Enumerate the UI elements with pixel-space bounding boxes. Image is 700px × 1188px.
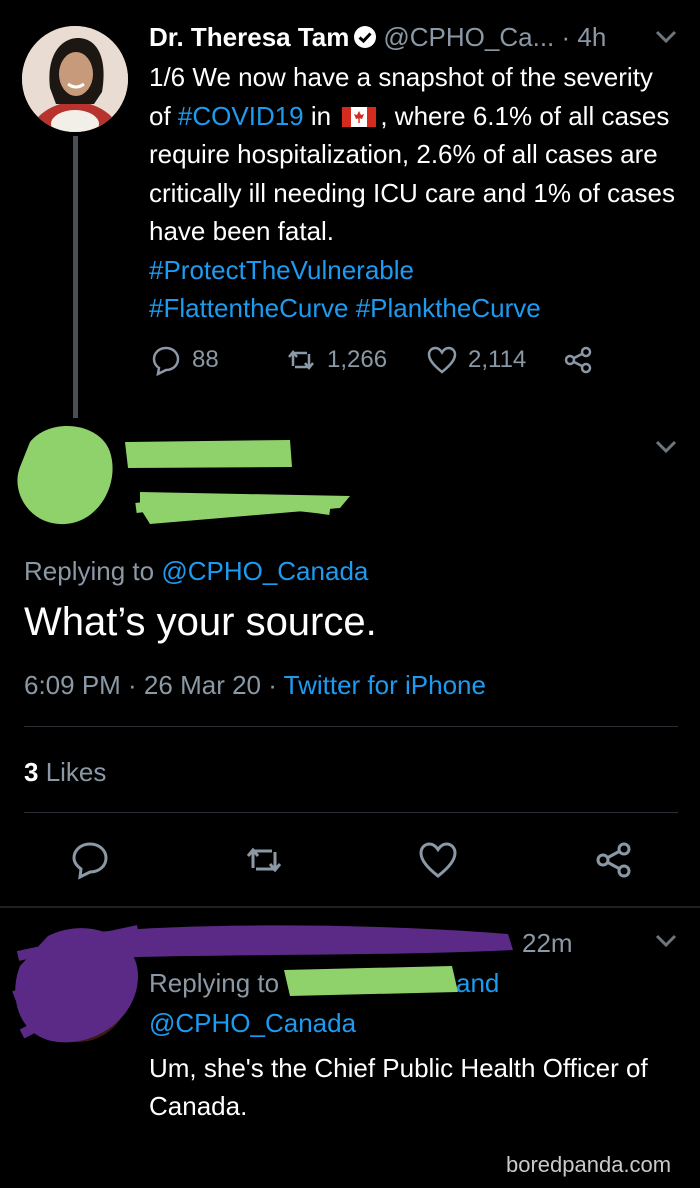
divider: [24, 726, 678, 727]
likes-summary[interactable]: 3 Likes: [24, 757, 106, 788]
heart-icon[interactable]: [416, 838, 460, 882]
tweet-timestamp: 6:09 PM · 26 Mar 20 ·: [24, 670, 284, 700]
replying-to-prefix: Replying to: [149, 968, 280, 998]
redaction-scribble-green: [17, 425, 350, 525]
hashtag-plank[interactable]: #PlanktheCurve: [356, 293, 541, 323]
reply-time: 22m: [522, 928, 573, 958]
thread-connector: [73, 136, 78, 418]
like-action[interactable]: 2,114: [426, 344, 526, 376]
retweet-action[interactable]: 1,266: [285, 344, 387, 376]
tweet-time: · 4h: [561, 22, 607, 52]
likes-label: Likes: [38, 757, 107, 787]
reply-count: 88: [192, 346, 219, 373]
canada-flag-emoji: [342, 106, 377, 127]
author-avatar[interactable]: [22, 26, 128, 132]
like-count: 2,114: [468, 346, 527, 373]
author-handle[interactable]: @CPHO_Ca...: [383, 22, 554, 52]
tweet-client[interactable]: Twitter for iPhone: [284, 670, 486, 700]
hashtag-flatten[interactable]: #FlattentheCurve: [149, 293, 348, 323]
replying-and: and: [456, 968, 500, 998]
section-divider: [0, 906, 700, 908]
share-action[interactable]: [562, 344, 594, 376]
reply-icon[interactable]: [68, 838, 112, 882]
tweet-header: Dr. Theresa Tam @CPHO_Ca... · 4h: [149, 22, 606, 53]
redaction-scribble-green: [284, 966, 458, 996]
retweet-icon: [288, 349, 314, 371]
share-icon: [564, 346, 592, 374]
reply-action[interactable]: 88: [150, 344, 219, 376]
retweet-icon[interactable]: [242, 838, 286, 882]
tweet-body: 1/6 We now have a snapshot of the severi…: [149, 58, 679, 328]
share-icon[interactable]: [592, 838, 636, 882]
reply-icon: [152, 346, 180, 376]
hashtag-protect[interactable]: #ProtectTheVulnerable: [149, 255, 414, 285]
watermark: boredpanda.com: [506, 1152, 672, 1177]
reply-text: Um, she's the Chief Public Health Office…: [149, 1053, 648, 1121]
chevron-down-icon[interactable]: [653, 28, 679, 46]
tweet-text-b: in: [303, 100, 339, 131]
divider: [24, 812, 678, 813]
retweet-count: 1,266: [327, 346, 388, 373]
chevron-down-icon[interactable]: [653, 932, 679, 950]
heart-icon: [427, 346, 457, 374]
avatar-image: [22, 26, 128, 132]
replying-handle[interactable]: @CPHO_Canada: [149, 1008, 356, 1039]
replying-handle[interactable]: @CPHO_Canada: [161, 556, 368, 586]
hashtag-covid19[interactable]: #COVID19: [178, 101, 304, 131]
reply-text: What’s your source.: [24, 600, 377, 644]
replying-to: Replying to @CPHO_Canada: [24, 556, 368, 587]
author-name[interactable]: Dr. Theresa Tam: [149, 22, 349, 52]
replying-prefix: Replying to: [24, 556, 162, 586]
chevron-down-icon[interactable]: [653, 438, 679, 456]
likes-count: 3: [24, 757, 39, 787]
tweet-meta: 6:09 PM · 26 Mar 20 · Twitter for iPhone: [24, 670, 486, 701]
verified-badge-icon: [354, 26, 377, 48]
